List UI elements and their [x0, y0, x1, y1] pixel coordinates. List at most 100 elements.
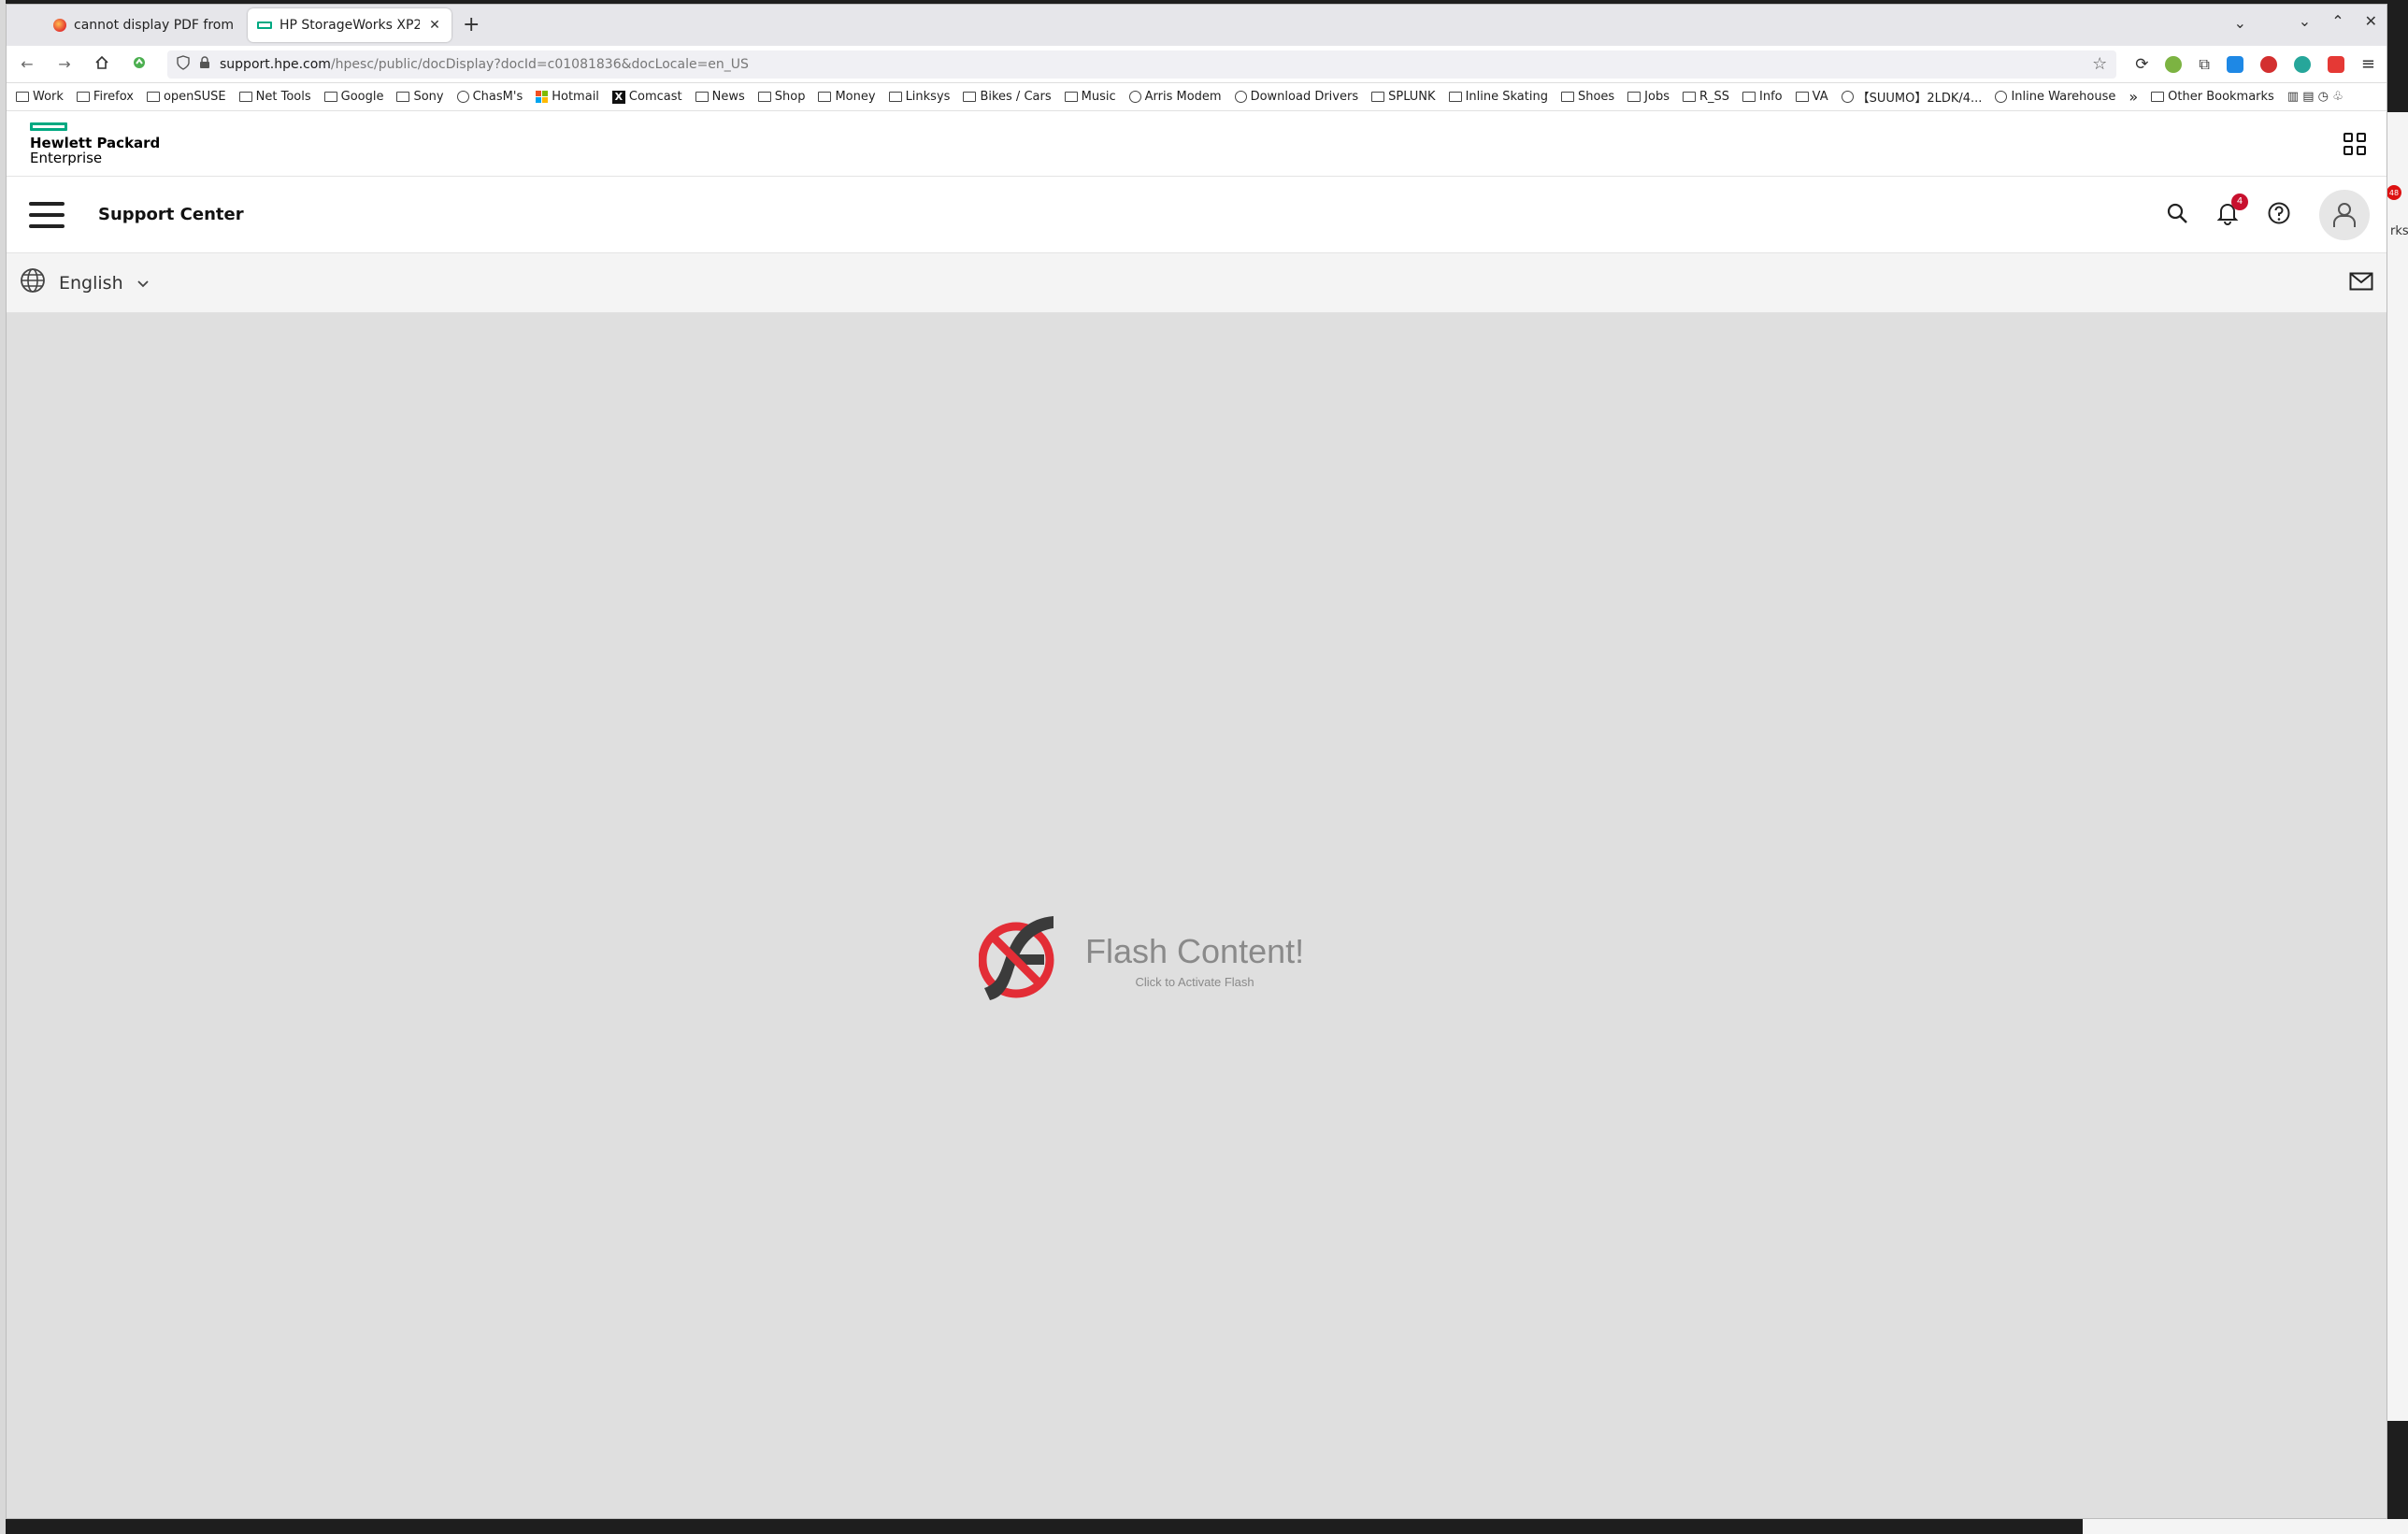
bookmark-label: openSUSE: [163, 90, 226, 104]
bookmark-item[interactable]: SPLUNK: [1371, 90, 1436, 104]
tab-title: cannot display PDF from H: [74, 18, 238, 33]
globe-icon: [1841, 91, 1854, 103]
adblock-icon[interactable]: [2259, 55, 2277, 73]
logo-line-2: Enterprise: [30, 149, 103, 166]
extension-red-icon[interactable]: [2327, 55, 2344, 73]
bookmark-label: Money: [835, 90, 876, 104]
help-icon[interactable]: [2267, 201, 2291, 229]
tab-title: HP StorageWorks XP2400: [280, 18, 420, 33]
chevron-down-icon: [136, 273, 150, 294]
bookmark-item[interactable]: Linksys: [888, 90, 950, 104]
menu-icon[interactable]: ≡: [2361, 54, 2375, 74]
extension-teal-icon[interactable]: [2293, 55, 2311, 73]
notifications-bell-icon[interactable]: 4: [2216, 193, 2248, 229]
logo-line-1: Hewlett Packard: [30, 134, 161, 151]
tab-strip: cannot display PDF from H HP StorageWork…: [7, 5, 2386, 46]
bookmark-item[interactable]: Shoes: [1560, 90, 1614, 104]
bookmark-item[interactable]: Arris Modem: [1128, 90, 1222, 104]
microsoft-icon: [536, 91, 549, 103]
folder-icon: [1682, 92, 1696, 102]
bookmark-item[interactable]: ChasM's: [456, 90, 523, 104]
sidebar-history-icons[interactable]: ▥ ▤ ◷ ♧: [2287, 90, 2344, 104]
browser-window: cannot display PDF from H HP StorageWork…: [6, 4, 2387, 1519]
bookmark-label: Comcast: [628, 90, 682, 104]
hpe-header: Hewlett Packard Enterprise: [7, 111, 2386, 177]
folder-icon: [396, 92, 410, 102]
shield-icon[interactable]: [177, 54, 190, 74]
globe-icon: [20, 267, 46, 298]
close-tab-icon[interactable]: ✕: [427, 18, 442, 33]
bookmark-label: Firefox: [93, 90, 134, 104]
folder-icon: [323, 92, 337, 102]
back-arrow-icon[interactable]: ←: [18, 55, 36, 73]
bookmark-item[interactable]: 【SUUMO】2LDK/4...: [1841, 88, 1982, 106]
bookmark-item[interactable]: R_SS: [1682, 90, 1729, 104]
user-avatar-icon[interactable]: [2319, 189, 2370, 240]
folder-icon: [963, 92, 977, 102]
bookmark-item[interactable]: Inline Warehouse: [1995, 90, 2115, 104]
tab-list-chevron-icon[interactable]: ⌄: [2234, 14, 2246, 32]
bookmark-item[interactable]: X Comcast: [611, 90, 682, 104]
folder-icon: [1627, 92, 1641, 102]
bookmark-item[interactable]: Info: [1742, 90, 1783, 104]
extension-leaf-icon[interactable]: [130, 55, 149, 74]
bookmark-item[interactable]: Work: [16, 90, 64, 104]
bookmark-item[interactable]: Music: [1064, 90, 1116, 104]
new-tab-button[interactable]: +: [463, 13, 480, 36]
url-host: support.hpe.com: [220, 56, 331, 72]
minimize-button[interactable]: ⌄: [2299, 12, 2311, 30]
support-actions: 4: [2166, 189, 2370, 240]
hpe-logo-mark: [30, 122, 67, 131]
bookmark-item[interactable]: VA: [1795, 90, 1828, 104]
comcast-x-icon: X: [611, 90, 625, 104]
bookmark-item[interactable]: Google: [323, 90, 383, 104]
language-selector[interactable]: English: [20, 267, 150, 298]
folder-icon: [238, 92, 252, 102]
bookmark-item[interactable]: Bikes / Cars: [963, 90, 1052, 104]
maximize-button[interactable]: ⌃: [2331, 12, 2344, 30]
bookmark-item[interactable]: Inline Skating: [1448, 90, 1548, 104]
firefox-icon: [53, 19, 66, 32]
address-bar[interactable]: support.hpe.com/hpesc/public/docDisplay?…: [167, 50, 2117, 79]
bookmark-item[interactable]: openSUSE: [146, 90, 226, 104]
bookmark-item[interactable]: Shop: [757, 90, 805, 104]
hpe-logo[interactable]: Hewlett Packard Enterprise: [30, 122, 160, 165]
close-window-button[interactable]: ✕: [2365, 12, 2377, 30]
hamburger-menu-icon[interactable]: [29, 201, 64, 228]
search-icon[interactable]: [2166, 202, 2188, 228]
language-bar: English: [7, 253, 2386, 313]
url-text[interactable]: support.hpe.com/hpesc/public/docDisplay?…: [220, 57, 2083, 72]
folder-icon: [1742, 92, 1756, 102]
bookmark-item[interactable]: Hotmail: [536, 90, 599, 104]
other-bookmarks-folder[interactable]: Other Bookmarks: [2151, 90, 2274, 104]
lock-icon[interactable]: [199, 55, 210, 73]
web-page: Hewlett Packard Enterprise Support Cente…: [7, 111, 2386, 1518]
home-icon[interactable]: [93, 55, 111, 74]
bookmark-item[interactable]: Jobs: [1627, 90, 1670, 104]
support-center-title: Support Center: [98, 205, 244, 224]
extension-blue-icon[interactable]: [2226, 55, 2243, 73]
email-envelope-icon[interactable]: [2349, 272, 2373, 294]
bookmark-item[interactable]: News: [695, 90, 745, 104]
bookmarks-overflow-chevron-icon[interactable]: »: [2128, 88, 2138, 106]
bookmark-star-icon[interactable]: ☆: [2092, 54, 2107, 74]
bookmark-item[interactable]: Net Tools: [238, 90, 311, 104]
bookmark-label: ChasM's: [472, 90, 523, 104]
window-controls: ⌄ ⌃ ✕: [2299, 12, 2377, 30]
bookmark-label: Arris Modem: [1144, 90, 1222, 104]
bookmark-item[interactable]: Sony: [396, 90, 444, 104]
bookmark-label: Inline Skating: [1465, 90, 1548, 104]
extension-green-icon[interactable]: [2165, 55, 2183, 73]
reload-icon[interactable]: ⟳: [2135, 55, 2148, 74]
app-grid-icon[interactable]: [2344, 132, 2366, 155]
forward-arrow-icon[interactable]: →: [55, 55, 74, 73]
bookmark-item[interactable]: Download Drivers: [1234, 90, 1358, 104]
flash-subtitle: Click to Activate Flash: [1135, 974, 1254, 989]
folder-icon: [1064, 92, 1078, 102]
activate-flash-button[interactable]: Flash Content! Click to Activate Flash: [978, 911, 1304, 1009]
bookmark-item[interactable]: Money: [818, 90, 876, 104]
tab-hp-storageworks[interactable]: HP StorageWorks XP2400 ✕: [248, 8, 452, 42]
bookmark-item[interactable]: Firefox: [76, 90, 134, 104]
tab-pdf-question[interactable]: cannot display PDF from H: [44, 8, 248, 42]
extensions-puzzle-icon[interactable]: ⧉: [2199, 55, 2209, 74]
